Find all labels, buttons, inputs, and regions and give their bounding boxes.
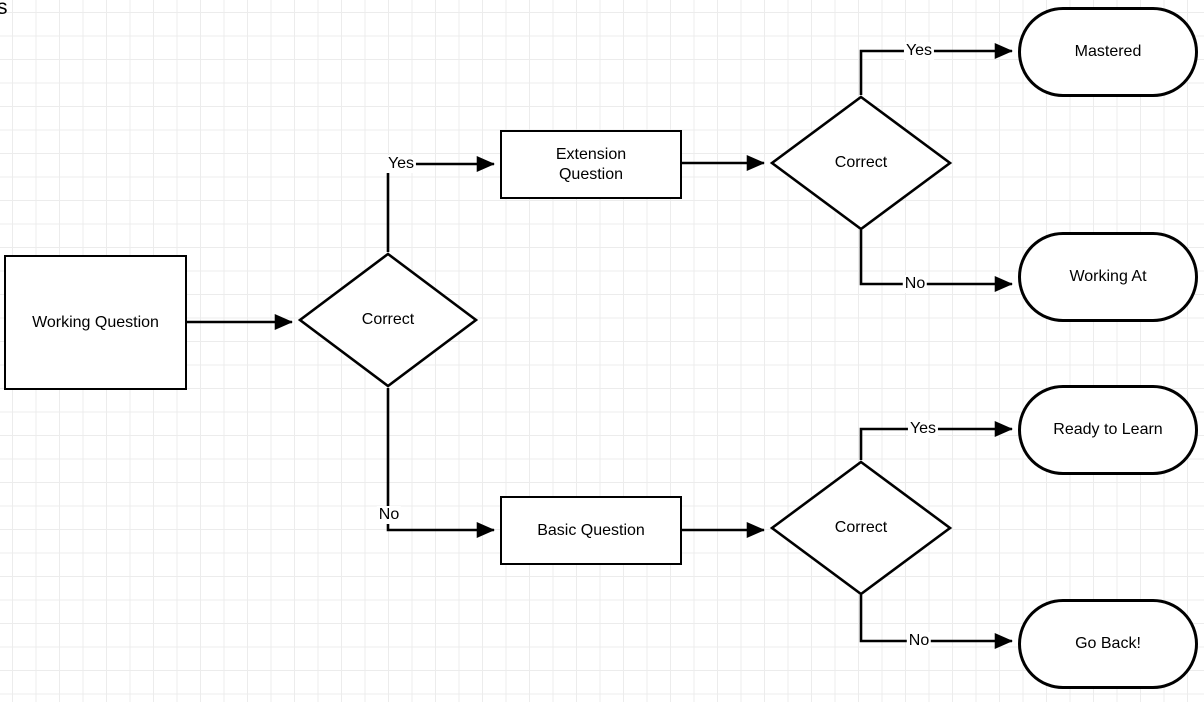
node-correct-2[interactable]: Correct <box>769 95 953 231</box>
node-working-at-label: Working At <box>1069 268 1147 285</box>
node-ready-to-learn-label: Ready to Learn <box>1053 421 1163 438</box>
edge-correct3-no-to-go-back <box>859 595 1013 650</box>
node-mastered-label: Mastered <box>1074 43 1142 60</box>
edge-correct1-no-to-basic <box>386 388 495 539</box>
node-basic-question-label: Basic Question <box>537 521 645 539</box>
cropped-corner-text: s <box>0 0 8 19</box>
edge-label-correct3-no: No <box>906 632 932 650</box>
node-go-back[interactable]: Go Back! <box>1018 599 1198 689</box>
edge-label-correct1-no: No <box>376 506 402 524</box>
edge-correct2-yes-to-mastered <box>859 42 1013 95</box>
edge-label-correct3-yes: Yes <box>907 420 939 438</box>
node-basic-question[interactable]: Basic Question <box>500 496 682 565</box>
edge-label-correct2-yes: Yes <box>903 42 935 60</box>
node-extension-question-label-line1: Extension <box>555 145 627 163</box>
node-mastered[interactable]: Mastered <box>1018 7 1198 97</box>
node-extension-question[interactable]: Extension Question <box>500 130 682 199</box>
node-ready-to-learn[interactable]: Ready to Learn <box>1018 385 1198 475</box>
node-extension-question-label-line2: Question <box>558 165 624 183</box>
node-correct-3[interactable]: Correct <box>769 460 953 596</box>
node-correct-1[interactable]: Correct <box>297 252 479 388</box>
node-working-at[interactable]: Working At <box>1018 232 1198 322</box>
flowchart-canvas: s Working Question Correct Extension Que… <box>0 0 1204 702</box>
edge-label-correct1-yes: Yes <box>385 155 417 173</box>
edge-label-correct2-no: No <box>902 275 928 293</box>
edge-correct2-no-to-working-at <box>859 230 1013 293</box>
edge-correct1-yes-to-extension <box>386 155 495 252</box>
node-working-question[interactable]: Working Question <box>4 255 187 390</box>
node-go-back-label: Go Back! <box>1075 635 1141 652</box>
node-working-question-label: Working Question <box>32 313 159 331</box>
